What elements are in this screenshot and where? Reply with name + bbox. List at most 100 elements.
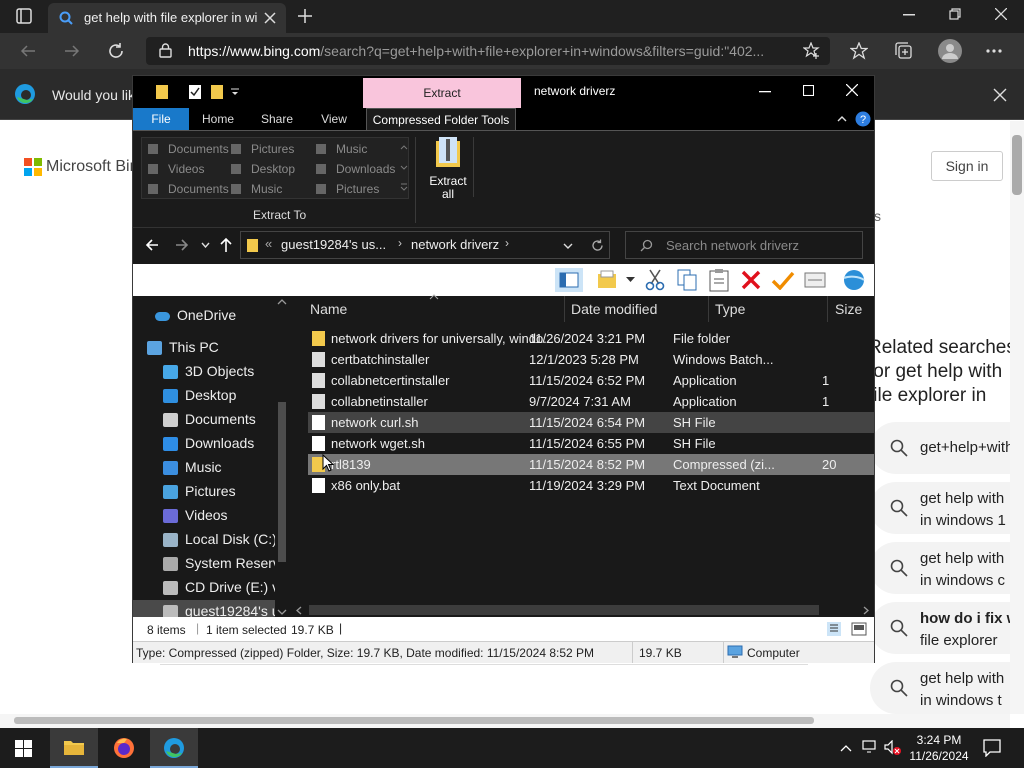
file-list-horizontal-scrollbar[interactable] bbox=[291, 603, 874, 617]
nav-item[interactable]: This PC bbox=[133, 336, 283, 360]
refresh-icon[interactable] bbox=[591, 239, 604, 252]
help-icon[interactable]: ? bbox=[855, 111, 871, 127]
more-menu-icon[interactable] bbox=[986, 49, 1002, 53]
file-row[interactable]: network wget.sh 11/15/2024 6:55 PM SH File bbox=[308, 433, 874, 454]
close-icon[interactable] bbox=[995, 8, 1007, 20]
nav-item[interactable]: Pictures bbox=[133, 480, 283, 504]
browser-tab[interactable]: get help with file explorer in windows bbox=[48, 3, 286, 33]
nav-item[interactable]: Downloads bbox=[133, 432, 283, 456]
search-box[interactable]: Search network driverz bbox=[625, 231, 863, 259]
rename-icon[interactable] bbox=[771, 270, 795, 290]
taskbar-firefox[interactable] bbox=[100, 728, 148, 768]
breadcrumb-item[interactable]: guest19284's us... bbox=[281, 237, 386, 252]
start-icon[interactable] bbox=[15, 740, 32, 757]
details-view-icon[interactable] bbox=[827, 622, 841, 636]
related-search-item[interactable]: get help with in windows t bbox=[870, 662, 1024, 714]
column-date-modified[interactable]: Date modified bbox=[571, 301, 657, 317]
minimize-icon[interactable] bbox=[759, 91, 771, 93]
sign-in-button[interactable]: Sign in bbox=[931, 151, 1003, 181]
dismiss-icon[interactable] bbox=[993, 88, 1007, 102]
large-icons-view-icon[interactable] bbox=[851, 622, 867, 636]
nav-pane-scrollbar[interactable] bbox=[275, 296, 289, 621]
properties-icon[interactable] bbox=[596, 269, 618, 291]
breadcrumb-separator-icon[interactable]: › bbox=[505, 236, 509, 250]
related-search-item[interactable]: get+help+with bbox=[870, 422, 1024, 474]
address-history-icon[interactable] bbox=[563, 243, 573, 249]
cut-icon[interactable] bbox=[645, 269, 665, 291]
file-row[interactable]: collabnetinstaller 9/7/2024 7:31 AM Applic… bbox=[308, 391, 874, 412]
breadcrumb-item[interactable]: network driverz bbox=[411, 237, 499, 252]
gallery-scroll-icon[interactable] bbox=[400, 144, 408, 192]
show-hidden-icons-icon[interactable] bbox=[840, 744, 852, 752]
related-search-item[interactable]: get help with in windows 1 bbox=[870, 482, 1024, 534]
paste-icon[interactable] bbox=[709, 268, 729, 292]
nav-item[interactable]: Music bbox=[133, 456, 283, 480]
taskbar-file-explorer[interactable] bbox=[50, 728, 98, 768]
nav-item[interactable]: Desktop bbox=[133, 384, 283, 408]
breadcrumb-separator-icon[interactable]: › bbox=[398, 236, 402, 250]
favorites-icon[interactable] bbox=[850, 42, 868, 60]
file-row[interactable]: x86 only.bat 11/19/2024 3:29 PM Text Docum… bbox=[308, 475, 874, 496]
minimize-icon[interactable] bbox=[903, 14, 915, 16]
back-icon[interactable] bbox=[145, 238, 159, 252]
maximize-icon[interactable] bbox=[803, 85, 814, 96]
scroll-down-icon[interactable] bbox=[277, 609, 287, 616]
file-row[interactable]: network curl.sh 11/15/2024 6:54 PM SH File bbox=[308, 412, 874, 433]
scroll-left-icon[interactable] bbox=[295, 606, 302, 615]
file-row[interactable]: collabnetcertinstaller 11/15/2024 6:52 PM… bbox=[308, 370, 874, 391]
volume-muted-icon[interactable] bbox=[884, 740, 902, 756]
collapse-ribbon-icon[interactable] bbox=[837, 115, 847, 122]
column-name[interactable]: Name bbox=[310, 301, 347, 317]
tab-actions-icon[interactable] bbox=[15, 7, 33, 25]
recent-locations-icon[interactable] bbox=[201, 242, 210, 248]
file-row[interactable]: certbatchinstaller 12/1/2023 5:28 PM Windo… bbox=[308, 349, 874, 370]
page-horizontal-scrollbar[interactable] bbox=[0, 714, 1010, 728]
notifications-icon[interactable] bbox=[983, 739, 1001, 757]
forward-icon[interactable] bbox=[64, 43, 80, 59]
nav-item[interactable]: CD Drive (E:) vi bbox=[133, 576, 283, 600]
profile-avatar-icon[interactable] bbox=[938, 39, 962, 63]
scroll-up-icon[interactable] bbox=[277, 298, 287, 305]
taskbar-edge[interactable] bbox=[150, 728, 198, 768]
forward-icon[interactable] bbox=[175, 238, 189, 252]
properties-icon[interactable] bbox=[188, 84, 202, 100]
restore-icon[interactable] bbox=[949, 8, 961, 20]
nav-item[interactable]: Videos bbox=[133, 504, 283, 528]
back-icon[interactable] bbox=[20, 43, 36, 59]
tab-file[interactable]: File bbox=[133, 108, 189, 130]
tab-share[interactable]: Share bbox=[253, 108, 301, 130]
new-folder-icon[interactable] bbox=[210, 84, 224, 100]
close-tab-icon[interactable] bbox=[264, 12, 276, 24]
nav-item[interactable]: System Reserved bbox=[133, 552, 283, 576]
scrollbar-thumb[interactable] bbox=[14, 717, 814, 724]
extract-all-button[interactable]: Extract all bbox=[423, 135, 473, 201]
extract-context-tab[interactable]: Extract bbox=[363, 78, 521, 108]
address-path-box[interactable]: « guest19284's us... › network driverz › bbox=[240, 231, 610, 259]
file-row[interactable]: rtl8139 11/15/2024 8:52 PM Compressed (zi.… bbox=[308, 454, 874, 475]
nav-item[interactable]: Documents bbox=[133, 408, 283, 432]
nav-item[interactable]: 3D Objects bbox=[133, 360, 283, 384]
scrollbar-thumb[interactable] bbox=[309, 605, 819, 615]
system-clock[interactable]: 3:24 PM 11/26/2024 bbox=[905, 732, 973, 764]
related-search-item[interactable]: how do i fix w file explorer bbox=[870, 602, 1024, 654]
scroll-right-icon[interactable] bbox=[863, 606, 870, 615]
nav-item[interactable]: Local Disk (C:) bbox=[133, 528, 283, 552]
globe-icon[interactable] bbox=[841, 268, 867, 292]
column-size[interactable]: Size bbox=[835, 301, 862, 317]
tab-view[interactable]: View bbox=[311, 108, 357, 130]
close-icon[interactable] bbox=[846, 84, 858, 96]
scrollbar-thumb[interactable] bbox=[1012, 135, 1022, 195]
copy-icon[interactable] bbox=[677, 269, 697, 291]
collections-icon[interactable] bbox=[895, 42, 913, 60]
select-icon[interactable] bbox=[804, 272, 826, 288]
tab-home[interactable]: Home bbox=[195, 108, 241, 130]
lock-icon[interactable] bbox=[159, 43, 172, 58]
scrollbar-thumb[interactable] bbox=[278, 402, 286, 562]
refresh-icon[interactable] bbox=[107, 42, 125, 60]
tab-compressed-folder-tools[interactable]: Compressed Folder Tools bbox=[366, 108, 516, 130]
new-tab-icon[interactable] bbox=[297, 8, 313, 24]
nav-item[interactable]: OneDrive bbox=[133, 304, 283, 328]
column-type[interactable]: Type bbox=[715, 301, 745, 317]
breadcrumb-overflow[interactable]: « bbox=[265, 236, 272, 251]
up-icon[interactable] bbox=[219, 237, 233, 253]
